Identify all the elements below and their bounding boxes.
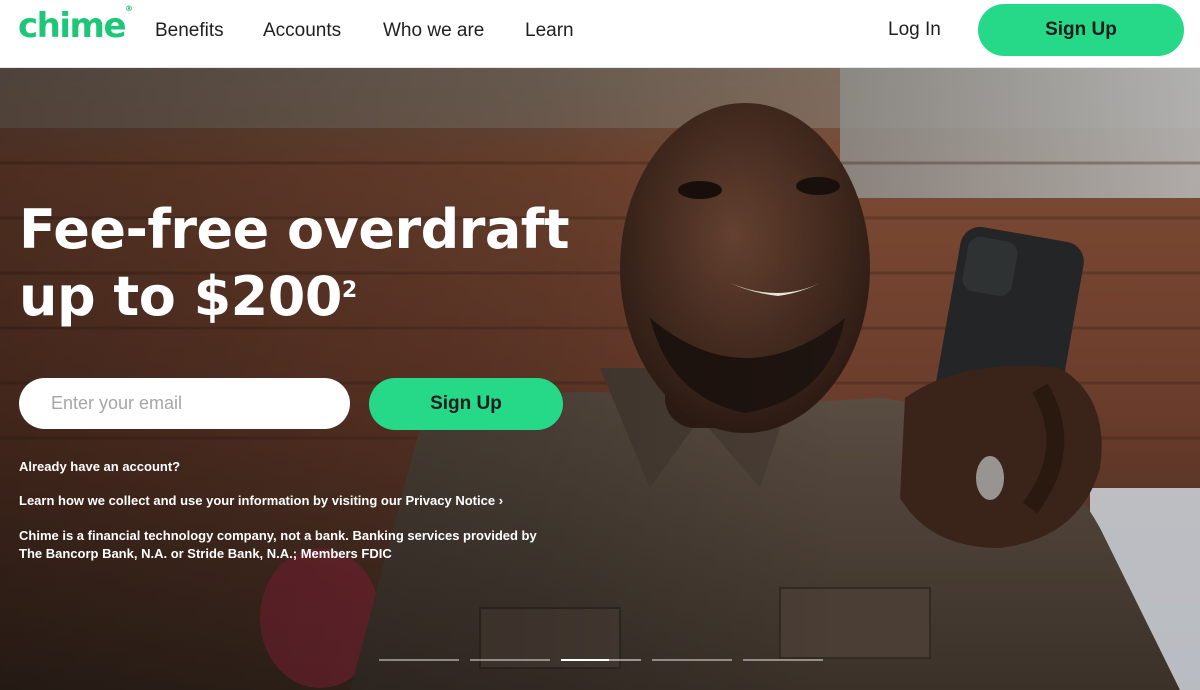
privacy-notice-link[interactable]: Learn how we collect and use your inform… (19, 492, 503, 510)
hero-signup-button[interactable]: Sign Up (369, 378, 563, 430)
nav-signup-button[interactable]: Sign Up (978, 4, 1184, 56)
email-input[interactable] (19, 378, 350, 429)
hero-banner: Fee-free overdraft up to $2002 Sign Up A… (0, 68, 1200, 690)
nav-learn[interactable]: Learn (525, 20, 574, 42)
carousel-dot-1[interactable] (379, 659, 459, 661)
carousel-dot-4[interactable] (652, 659, 732, 661)
already-have-account-link[interactable]: Already have an account? (19, 458, 180, 476)
carousel-dot-3[interactable] (561, 659, 641, 661)
top-nav: chime® Benefits Accounts Who we are Lear… (0, 0, 1200, 68)
disclaimer-text: Chime is a financial technology company,… (19, 528, 537, 561)
chime-logo[interactable]: chime® (18, 4, 133, 46)
carousel-progress (561, 659, 609, 661)
carousel-dot-5[interactable] (743, 659, 823, 661)
hero-headline: Fee-free overdraft up to $2002 (19, 198, 570, 328)
nav-benefits[interactable]: Benefits (155, 20, 224, 42)
login-link[interactable]: Log In (888, 19, 941, 41)
chevron-right-icon: › (498, 493, 504, 508)
nav-accounts[interactable]: Accounts (263, 20, 341, 42)
carousel-dot-2[interactable] (470, 659, 550, 661)
nav-who-we-are[interactable]: Who we are (383, 20, 484, 42)
